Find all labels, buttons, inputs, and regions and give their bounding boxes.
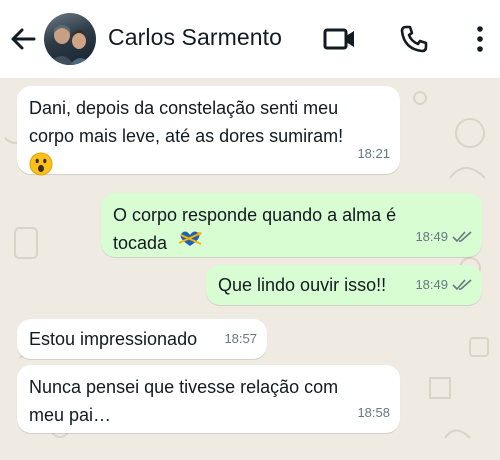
message-bubble-incoming[interactable]: Estou impressionado 18:57	[17, 319, 267, 359]
phone-call-icon	[400, 25, 428, 53]
message-bubble-incoming[interactable]: Nunca pensei que tivesse relação com meu…	[17, 365, 400, 433]
message-meta: 18:21	[357, 140, 390, 168]
more-options-button[interactable]	[468, 20, 492, 58]
message-bubble-outgoing[interactable]: Que lindo ouvir isso!! 18:49	[206, 265, 482, 305]
message-time: 18:58	[357, 405, 390, 420]
message-text: O corpo responde quando a alma é tocada	[113, 205, 397, 253]
contact-avatar[interactable]	[44, 13, 96, 65]
message-list[interactable]: Dani, depois da constelação senti meu co…	[0, 78, 500, 460]
message-meta: 18:49	[415, 271, 472, 299]
message-time: 18:49	[415, 229, 448, 244]
message-time: 18:49	[415, 277, 448, 292]
heart-arrows-emoji	[178, 231, 202, 246]
contact-name[interactable]: Carlos Sarmento	[108, 24, 282, 51]
voice-call-button[interactable]	[394, 20, 434, 58]
message-meta: 18:58	[357, 399, 390, 427]
video-call-icon	[323, 28, 354, 50]
double-check-icon	[452, 279, 472, 291]
message-text: Que lindo ouvir isso!!	[218, 275, 387, 295]
message-bubble-incoming[interactable]: Dani, depois da constelação senti meu co…	[17, 86, 400, 176]
astonished-face-emoji	[29, 152, 53, 176]
chat-header: Carlos Sarmento	[0, 0, 500, 78]
message-text: Estou impressionado	[29, 329, 198, 349]
avatar-photo	[48, 25, 92, 65]
back-button[interactable]	[8, 22, 38, 56]
message-time: 18:21	[357, 146, 390, 161]
double-check-icon	[452, 231, 472, 243]
message-meta: 18:49	[415, 223, 472, 251]
arrow-back-icon	[11, 28, 36, 50]
more-vertical-icon	[477, 26, 483, 52]
video-call-button[interactable]	[320, 20, 360, 58]
message-text: Dani, depois da constelação senti meu co…	[29, 98, 344, 146]
message-text: Nunca pensei que tivesse relação com meu…	[29, 377, 339, 425]
message-meta: 18:57	[224, 325, 257, 353]
message-time: 18:57	[224, 331, 257, 346]
message-bubble-outgoing[interactable]: O corpo responde quando a alma é tocada …	[101, 193, 482, 257]
